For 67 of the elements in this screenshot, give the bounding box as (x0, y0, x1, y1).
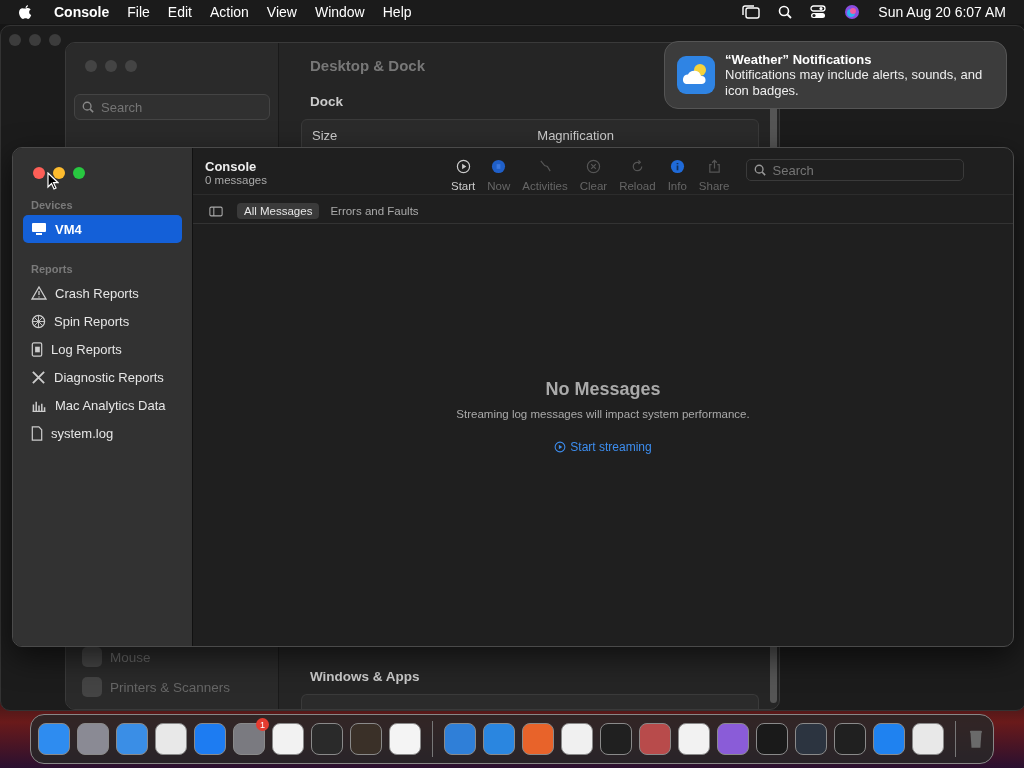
toggles-icon[interactable] (810, 5, 827, 19)
wheel-icon (31, 313, 46, 329)
toolbar-button[interactable]: Start (445, 159, 482, 192)
menu-item[interactable]: Action (209, 4, 249, 20)
display-icon (31, 222, 47, 236)
sidebar-item[interactable]: system.log (23, 419, 182, 447)
section-heading: Windows & Apps (310, 669, 421, 684)
sidebar-heading: Devices (31, 199, 74, 211)
section-heading: Dock (310, 94, 344, 109)
orb-icon[interactable] (844, 4, 861, 20)
app-icon[interactable] (677, 723, 710, 755)
minimize-button[interactable] (53, 167, 65, 179)
pointer-icon (47, 172, 59, 190)
message-count: 0 messages (205, 174, 268, 186)
menu-item[interactable]: Console (54, 4, 110, 20)
share-icon (706, 159, 722, 174)
warning-icon (31, 286, 47, 300)
zigzag-icon (537, 159, 553, 174)
app-icon[interactable] (389, 723, 421, 755)
sidebar-item[interactable]: Mac Analytics Data (23, 391, 182, 419)
tools-icon (31, 369, 46, 385)
menu-item[interactable]: File (127, 4, 150, 20)
search-field[interactable]: Search (74, 94, 270, 120)
app-icon[interactable] (272, 723, 304, 755)
info-icon (669, 159, 685, 174)
x-circle-icon (585, 159, 601, 174)
filter-tab[interactable]: All Messages (237, 203, 320, 219)
play-icon (554, 441, 567, 453)
menu-item[interactable]: Window (314, 4, 365, 20)
sidebar-item[interactable]: Log Reports (23, 335, 182, 363)
sidebar-item[interactable]: Diagnostic Reports (23, 363, 182, 391)
empty-state-title: No Messages (545, 379, 661, 400)
sidebar-heading: Reports (31, 263, 74, 275)
play-icon (455, 159, 471, 174)
app-icon[interactable] (560, 723, 593, 755)
search-icon (82, 101, 94, 113)
file-icon (31, 425, 43, 441)
clock[interactable]: Sun Aug 20 6:07 AM (878, 4, 1006, 20)
zoom-button[interactable] (73, 167, 85, 179)
apple-logo-icon[interactable] (18, 4, 32, 20)
app-icon[interactable] (911, 723, 944, 755)
setting-label: Magnification (537, 128, 614, 143)
sidebar-item[interactable]: VM4 (23, 215, 182, 243)
filter-tab[interactable]: Errors and Faults (323, 203, 426, 219)
notification-title: “Weather” Notifications (725, 51, 873, 67)
empty-state-text: Streaming log messages will impact system performance. (456, 408, 750, 420)
document-icon (31, 341, 43, 357)
menu-item[interactable]: View (266, 4, 297, 20)
start-streaming-link[interactable]: Start streaming (554, 440, 652, 454)
menu-item[interactable]: Edit (167, 4, 192, 20)
weather-app-icon (677, 56, 715, 94)
windows-icon[interactable] (742, 5, 761, 19)
search-field[interactable]: Search (745, 159, 964, 181)
notification-text: Notifications may include alerts, sounds, and icon badges. (725, 66, 984, 99)
pause-icon (491, 159, 507, 174)
app-icon[interactable] (155, 723, 187, 755)
close-button[interactable] (33, 167, 45, 179)
setting-label: Size (312, 128, 338, 143)
sidebar-item[interactable]: Spin Reports (23, 307, 182, 335)
search-icon[interactable] (778, 5, 793, 19)
notification-badge: 1 (256, 718, 269, 731)
search-icon (753, 164, 766, 176)
window-title: Console (205, 159, 258, 174)
notification[interactable]: “Weather” Notifications Notifications may include alerts, sounds, and icon badges. (664, 41, 1007, 109)
sidebar-toggle-icon[interactable] (209, 205, 223, 217)
sidebar-item[interactable]: Crash Reports (23, 279, 182, 307)
menu-item[interactable]: Help (382, 4, 412, 20)
